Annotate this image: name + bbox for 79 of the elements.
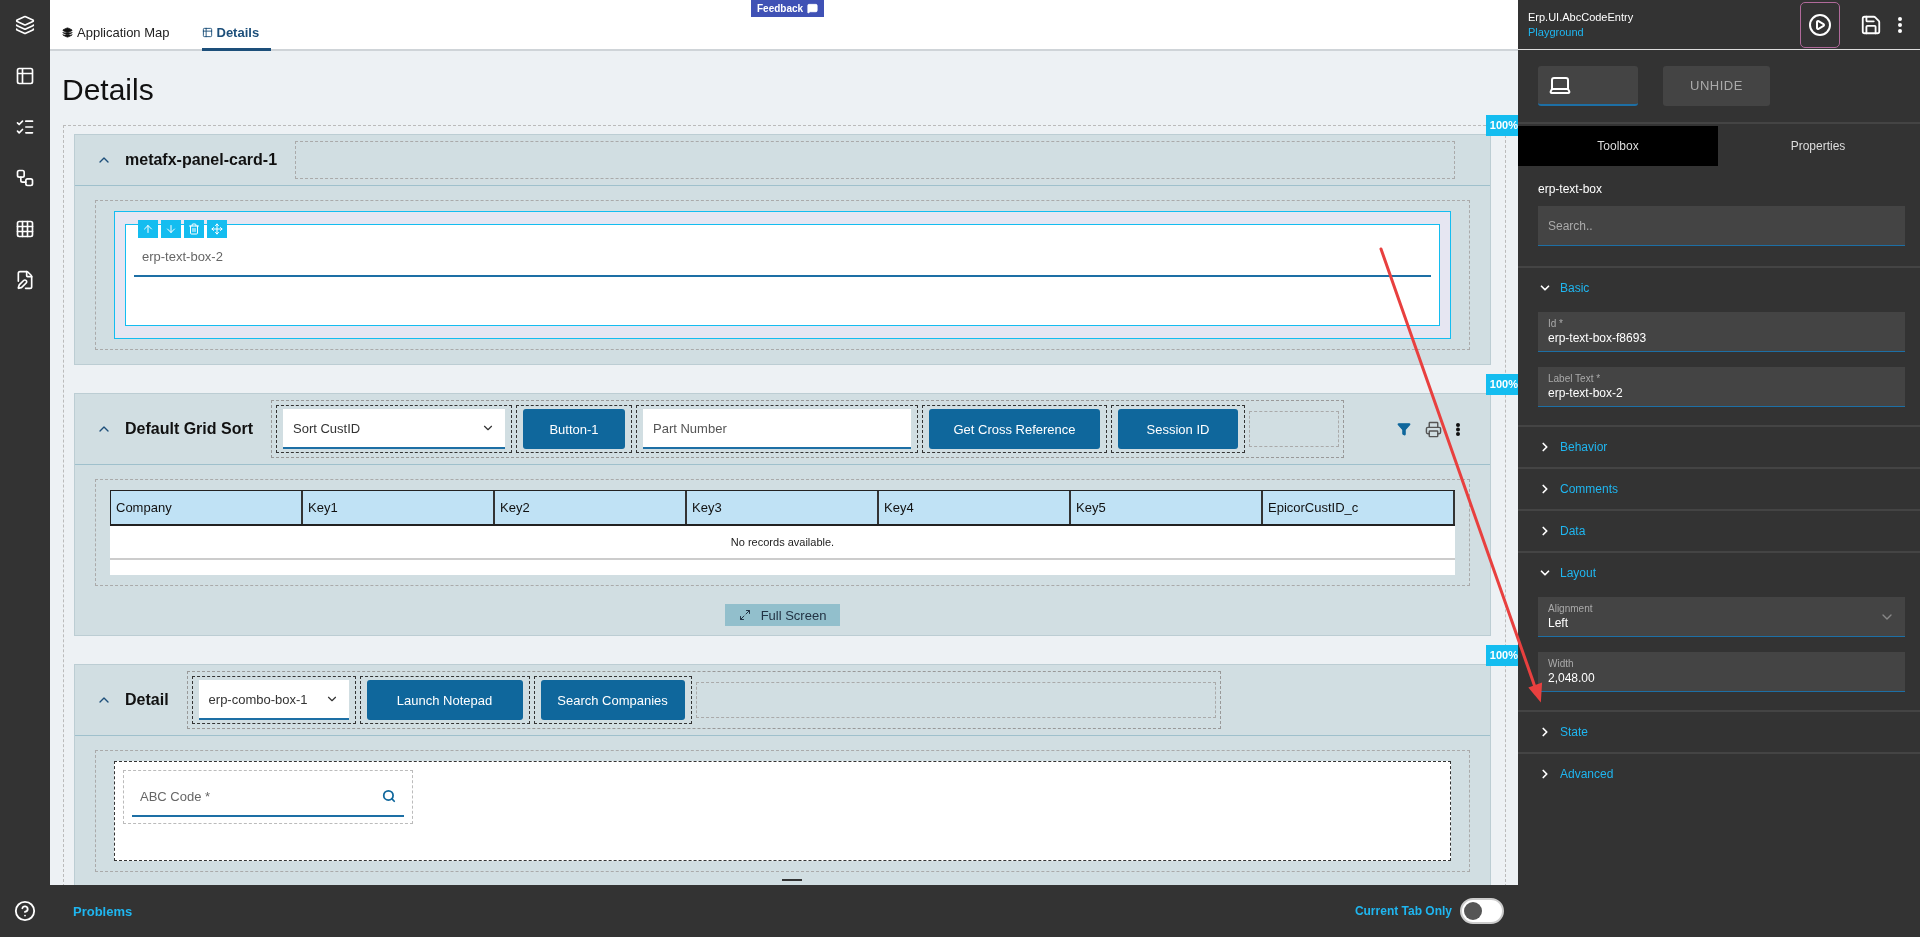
tab[interactable]: Toolbox (1518, 126, 1718, 166)
help-button[interactable] (13, 900, 37, 921)
action-button[interactable]: Get Cross Reference (929, 409, 1100, 449)
problems-tab[interactable]: Problems (67, 902, 139, 920)
column-header[interactable]: EpicorCustID_c (1263, 491, 1455, 524)
column-header[interactable]: Key3 (687, 491, 879, 524)
section-header[interactable]: Layout (1518, 553, 1920, 593)
section-header[interactable]: Basic (1518, 268, 1920, 308)
zoom-badge: 100% (1485, 645, 1518, 666)
print-button[interactable] (1425, 420, 1442, 438)
laptop-button[interactable] (1538, 66, 1638, 106)
search-field[interactable]: Search.. (1538, 206, 1905, 246)
panel-title: metafx-panel-card-1 (125, 151, 278, 169)
sort-select[interactable]: Sort CustID (283, 409, 505, 449)
lookup-field[interactable]: ABC Code * (123, 770, 413, 824)
action-button[interactable]: Session ID (1118, 409, 1238, 449)
drag-handle[interactable] (207, 220, 227, 238)
printer-icon (1425, 420, 1442, 438)
play-button[interactable] (1800, 1, 1840, 48)
rail-button[interactable] (13, 14, 37, 35)
action-button[interactable]: Button-1 (523, 409, 625, 449)
sort-select[interactable]: erp-combo-box-1 (198, 680, 349, 720)
expand-icon (738, 609, 751, 621)
more-icon (1898, 16, 1902, 33)
action-button[interactable]: Search Companies (540, 680, 685, 720)
text-field[interactable]: erp-text-box-2 (125, 224, 1440, 326)
input-field[interactable]: Part Number (643, 409, 911, 449)
workflow-icon (15, 167, 35, 188)
toggle-switch[interactable] (1460, 898, 1504, 924)
filter-icon (1397, 422, 1411, 436)
app-name: Erp.UI.AbcCodeEntry (1528, 11, 1635, 23)
panel-title: Detail (125, 691, 169, 709)
search-icon[interactable] (382, 789, 396, 803)
unhide-button[interactable]: UNHIDE (1663, 66, 1770, 106)
section-header[interactable]: Advanced (1518, 754, 1920, 794)
section-header[interactable]: State (1518, 712, 1920, 752)
input-field[interactable]: Id * erp-text-box-f8693 (1538, 312, 1905, 352)
select-field[interactable]: Alignment Left (1538, 597, 1905, 637)
zoom-badge: 100% (1485, 374, 1518, 395)
tab[interactable]: Properties (1718, 126, 1918, 166)
layout-icon (15, 65, 35, 86)
layers-icon (15, 14, 35, 35)
toggle-label: Current Tab Only (1354, 904, 1452, 918)
tab[interactable]: Application Map (62, 25, 182, 51)
section-header[interactable]: Data (1518, 511, 1920, 551)
layers-icon (62, 27, 73, 38)
tab[interactable]: Details (201, 25, 272, 51)
workspace-link[interactable]: Playground (1528, 26, 1800, 38)
table-icon (15, 218, 35, 239)
move-icon (211, 223, 223, 235)
panel-title: Default Grid Sort (125, 420, 253, 438)
column-header[interactable]: Key4 (879, 491, 1071, 524)
column-header[interactable]: Key5 (1071, 491, 1263, 524)
more-icon (1456, 422, 1460, 436)
component-name: erp-text-box (1537, 181, 1604, 198)
arrow-up-icon (142, 223, 154, 235)
section-header[interactable]: Behavior (1518, 427, 1920, 467)
column-header[interactable]: Key2 (495, 491, 687, 524)
column-header[interactable]: Key1 (303, 491, 495, 524)
section-header[interactable]: Comments (1518, 469, 1920, 509)
save-icon (1860, 13, 1882, 36)
help-icon (14, 899, 36, 922)
play-icon (1808, 12, 1832, 37)
filter-button[interactable] (1397, 422, 1411, 436)
feedback-button[interactable]: Feedback (751, 0, 825, 17)
page-title: Details (62, 73, 155, 107)
edit-file-icon (15, 269, 35, 290)
empty-message: No records available. (110, 526, 1455, 560)
input-field[interactable]: Label Text * erp-text-box-2 (1538, 367, 1905, 407)
layout-icon (201, 27, 213, 38)
arrow-down-icon (165, 223, 177, 235)
full-screen-button[interactable]: Full Screen (724, 604, 841, 626)
trash-icon (188, 223, 200, 235)
more-button[interactable] (1456, 422, 1460, 436)
column-header[interactable]: Company (111, 491, 303, 524)
input-field[interactable]: Width 2,048.00 (1538, 652, 1905, 692)
action-button[interactable]: Launch Notepad (366, 680, 523, 720)
chat-icon (807, 3, 819, 14)
zoom-badge: 100% (1485, 115, 1518, 136)
